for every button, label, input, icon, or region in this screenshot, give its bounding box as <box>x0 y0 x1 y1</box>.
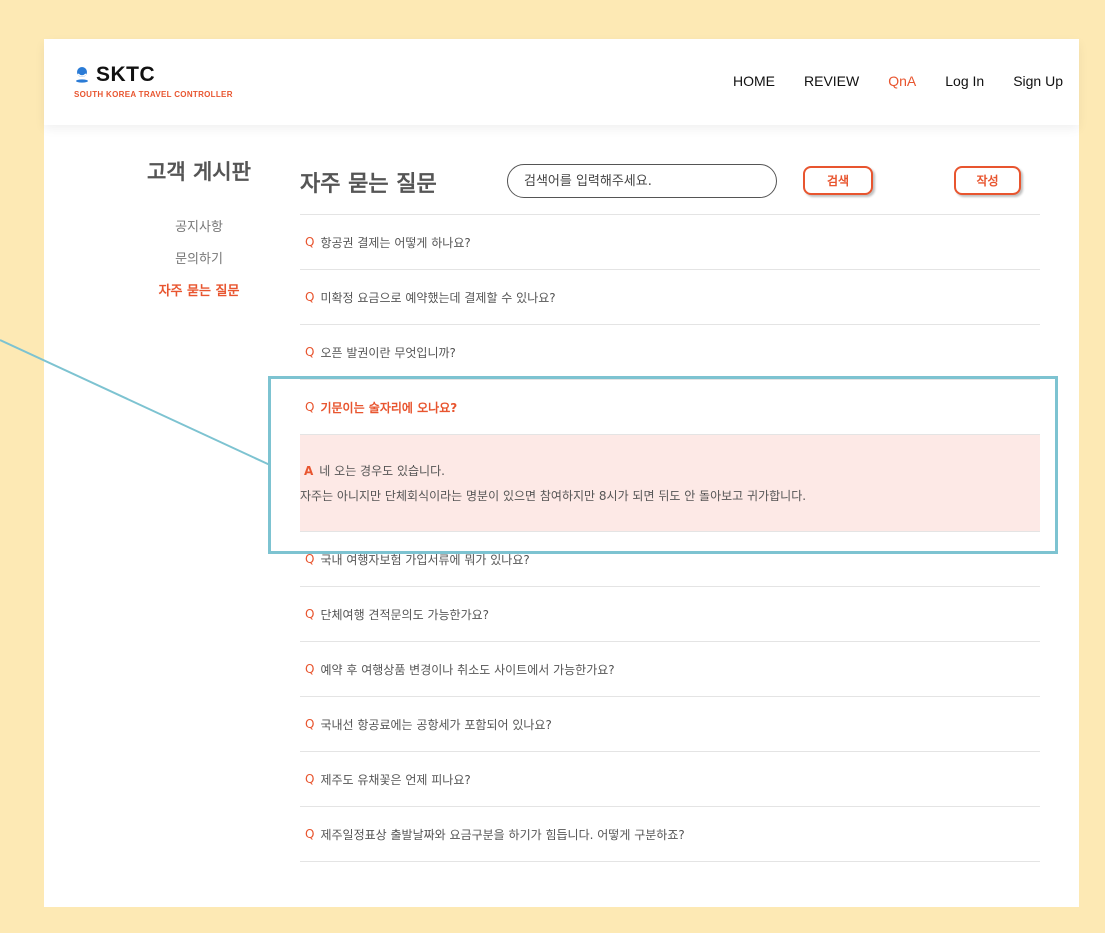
page: SKTC SOUTH KOREA TRAVEL CONTROLLER HOME … <box>44 39 1079 907</box>
q-marker: Q <box>305 717 315 731</box>
faq-answer-line: A 네 오는 경우도 있습니다. <box>300 462 1040 479</box>
write-button[interactable]: 작성 <box>954 166 1021 195</box>
sidebar-item-notice[interactable]: 공지사항 <box>124 217 274 249</box>
q-marker: Q <box>305 552 315 566</box>
faq-question-text: 단체여행 견적문의도 가능한가요? <box>320 607 490 622</box>
a-marker: A <box>304 464 314 478</box>
sidebar-menu: 공지사항 문의하기 자주 묻는 질문 <box>124 217 274 313</box>
faq-question-row[interactable]: Q 미확정 요금으로 예약했는데 결제할 수 있나요? <box>300 270 1040 325</box>
search-button[interactable]: 검색 <box>803 166 873 195</box>
q-marker: Q <box>305 662 315 676</box>
header: SKTC SOUTH KOREA TRAVEL CONTROLLER HOME … <box>44 39 1079 125</box>
faq-question-row[interactable]: Q 오픈 발권이란 무엇입니까? <box>300 325 1040 380</box>
faq-question-text: 오픈 발권이란 무엇입니까? <box>320 345 456 360</box>
faq-answer-text: 네 오는 경우도 있습니다. <box>319 464 445 478</box>
faq-question-text: 항공권 결제는 어떻게 하나요? <box>320 235 471 250</box>
sidebar-item-faq[interactable]: 자주 묻는 질문 <box>124 281 274 313</box>
faq-question-row[interactable]: Q 제주일정표상 출발날짜와 요금구분을 하기가 힘듭니다. 어떻게 구분하죠? <box>300 807 1040 862</box>
q-marker: Q <box>305 345 315 359</box>
page-title: 자주 묻는 질문 <box>300 172 437 197</box>
q-marker: Q <box>305 827 315 841</box>
q-marker: Q <box>305 235 315 249</box>
sidebar-item-inquiry[interactable]: 문의하기 <box>124 249 274 281</box>
faq-question-text: 제주도 유채꽃은 언제 피나요? <box>320 772 471 787</box>
faq-question-text: 기문이는 술자리에 오나요? <box>320 400 458 415</box>
faq-question-text: 제주일정표상 출발날짜와 요금구분을 하기가 힘듭니다. 어떻게 구분하죠? <box>320 827 685 842</box>
faq-question-row[interactable]: Q 예약 후 여행상품 변경이나 취소도 사이트에서 가능한가요? <box>300 642 1040 697</box>
faq-question-row-open[interactable]: Q 기문이는 술자리에 오나요? <box>300 380 1040 435</box>
faq-question-text: 미확정 요금으로 예약했는데 결제할 수 있나요? <box>320 290 556 305</box>
faq-question-row[interactable]: Q 국내선 항공료에는 공항세가 포함되어 있나요? <box>300 697 1040 752</box>
nav-review[interactable]: REVIEW <box>804 73 859 89</box>
faq-question-text: 국내 여행자보험 가입서류에 뭐가 있나요? <box>320 552 530 567</box>
globe-pin-icon <box>76 67 88 83</box>
faq-question-row[interactable]: Q 국내 여행자보험 가입서류에 뭐가 있나요? <box>300 532 1040 587</box>
nav-login[interactable]: Log In <box>945 73 984 89</box>
faq-question-text: 예약 후 여행상품 변경이나 취소도 사이트에서 가능한가요? <box>320 662 615 677</box>
nav-signup[interactable]: Sign Up <box>1013 73 1063 89</box>
faq-answer-detail: 자주는 아니지만 단체회식이라는 명분이 있으면 참여하지만 8시가 되면 뒤도… <box>300 489 807 503</box>
logo[interactable]: SKTC SOUTH KOREA TRAVEL CONTROLLER <box>74 63 233 99</box>
logo-subtitle: SOUTH KOREA TRAVEL CONTROLLER <box>74 90 233 99</box>
q-marker: Q <box>305 400 315 414</box>
q-marker: Q <box>305 290 315 304</box>
faq-answer: A 네 오는 경우도 있습니다. 자주는 아니지만 단체회식이라는 명분이 있으면… <box>300 435 1040 532</box>
faq-question-row[interactable]: Q 제주도 유채꽃은 언제 피나요? <box>300 752 1040 807</box>
sidebar-title: 고객 게시판 <box>147 160 251 184</box>
nav-home[interactable]: HOME <box>733 73 775 89</box>
faq-question-row[interactable]: Q 항공권 결제는 어떻게 하나요? <box>300 215 1040 270</box>
faq-question-text: 국내선 항공료에는 공항세가 포함되어 있나요? <box>320 717 552 732</box>
logo-title: SKTC <box>96 63 156 86</box>
q-marker: Q <box>305 772 315 786</box>
faq-list: Q 항공권 결제는 어떻게 하나요? Q 미확정 요금으로 예약했는데 결제할 … <box>300 214 1040 862</box>
faq-question-row[interactable]: Q 단체여행 견적문의도 가능한가요? <box>300 587 1040 642</box>
top-nav: HOME REVIEW QnA Log In Sign Up <box>704 73 1063 89</box>
nav-qna[interactable]: QnA <box>888 73 916 89</box>
search-input[interactable] <box>507 164 777 198</box>
q-marker: Q <box>305 607 315 621</box>
